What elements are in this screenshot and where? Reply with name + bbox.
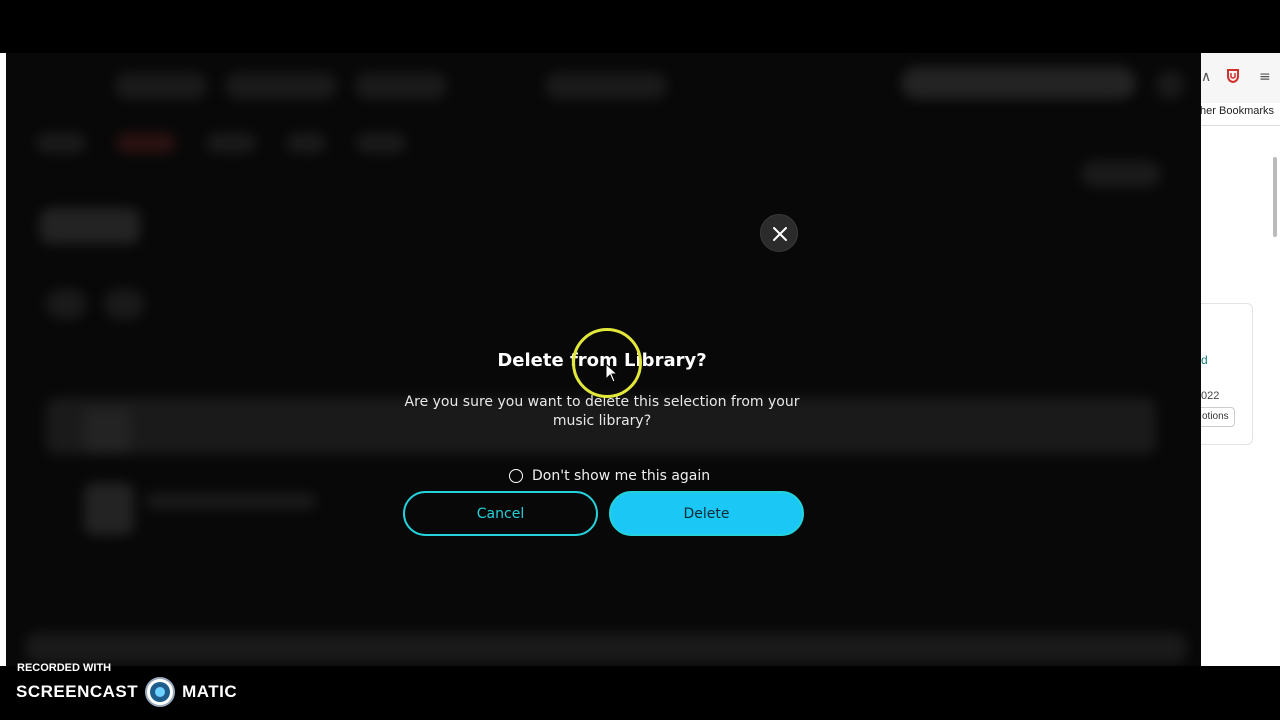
brand-left-text: SCREENCAST	[16, 682, 139, 701]
screen: ∧ ≡ ther Bookmarks d 022 otions Delete f…	[0, 0, 1280, 720]
close-dialog-button[interactable]	[760, 214, 798, 252]
dont-show-again-radio[interactable]	[509, 469, 523, 483]
top-strip	[0, 0, 1280, 53]
menu-icon[interactable]: ≡	[1259, 69, 1271, 85]
record-button-icon	[144, 676, 176, 708]
browser-scrollbar[interactable]	[1273, 157, 1277, 237]
recorded-with-label: RECORDED WITH	[17, 662, 112, 674]
brand-right-text: MATIC	[182, 682, 238, 701]
browser-toolbar: ∧ ≡	[1201, 53, 1280, 103]
cancel-button[interactable]: Cancel	[403, 491, 598, 536]
dont-show-again-label: Don't show me this again	[532, 468, 711, 484]
extension-shield-icon[interactable]	[1226, 69, 1240, 87]
dont-show-again-option[interactable]: Don't show me this again	[509, 466, 710, 486]
browser-sidebar: ∧ ≡ ther Bookmarks d 022 otions	[1201, 53, 1280, 666]
other-bookmarks-link[interactable]: ther Bookmarks	[1201, 105, 1274, 117]
delete-button[interactable]: Delete	[609, 491, 804, 536]
browser-card-link[interactable]: d	[1201, 353, 1208, 367]
screencast-o-matic-logo: SCREENCAST MATIC	[16, 676, 237, 708]
dialog-message: Are you sure you want to delete this sel…	[404, 394, 800, 429]
mouse-pointer-icon	[605, 363, 619, 383]
browser-card-button[interactable]: otions	[1201, 407, 1235, 427]
browser-card-date: 022	[1201, 390, 1220, 402]
chevron-up-icon[interactable]: ∧	[1201, 69, 1211, 85]
close-icon	[773, 227, 787, 241]
